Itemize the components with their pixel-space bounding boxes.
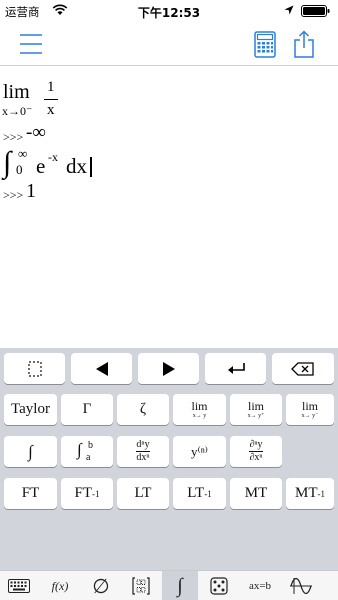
output-prompt: >>> [3,188,24,202]
text-cursor [90,157,92,177]
tab-graphing[interactable] [282,571,320,600]
partial-denominator: ∂xⁿ [249,450,263,463]
limit-key-subscript: x→ y⁺ [247,413,265,419]
graph-wave-icon [290,578,312,594]
tab-matrix[interactable] [122,571,160,600]
battery-icon [301,5,330,17]
keyboard-icon [8,579,30,593]
integral-glyph: ∫ [77,439,82,459]
result-value: -∞ [26,122,46,143]
limit-button[interactable]: lim x→ y [173,394,226,425]
calculator-icon[interactable] [254,31,276,58]
triangle-left-icon [95,361,108,376]
partial-numerator: ∂ⁿy [249,439,263,450]
tab-functions[interactable]: f(x) [40,571,80,600]
gamma-button[interactable]: Γ [61,394,113,425]
partial-derivative-button[interactable]: ∂ⁿy ∂xⁿ [230,436,282,467]
limit-subscript: x→0⁻ [2,104,33,118]
math-worksheet[interactable]: lim x→0⁻ 1 x >>> -∞ ∫ ∞ 0 e -x dx >>> 1 [0,66,338,348]
menu-icon[interactable] [20,32,42,56]
integral-button[interactable]: ∫ [4,436,57,467]
key-superscript: -1 [92,488,100,499]
triangle-right-icon [162,361,175,376]
status-bar: 运营商 下午12:53 [0,0,338,22]
key-label: MT [295,485,318,501]
cursor-right-button[interactable] [138,353,199,384]
location-arrow-icon [284,5,294,15]
limit-key-subscript: x→ y [192,413,207,419]
fourier-transform-button[interactable]: FT [4,478,57,509]
keyboard-tab-bar: f(x) ∅ ∫ ax=b [0,570,338,600]
limit-key-label: lim [191,399,208,413]
limit-key-subscript: x→ y⁻ [301,413,319,419]
derivative-denominator: dxⁿ [136,450,150,463]
fraction-denominator: x [47,102,55,118]
key-label: LT [187,485,205,501]
integral-symbol: ∫ [3,146,12,179]
lower-bound-label: a [86,451,91,463]
upper-bound-label: b [88,439,93,451]
placeholder-button[interactable] [4,353,65,384]
limit-right-button[interactable]: lim x→ y⁺ [230,394,282,425]
integral-lower-limit: 0 [16,162,23,177]
laplace-transform-button[interactable]: LT [117,478,169,509]
nth-derivative-button[interactable]: y⁽ⁿ⁾ [173,436,226,467]
backspace-icon [291,361,314,376]
limit-key-label: lim [301,399,318,413]
fraction-bar [44,99,58,100]
navigation-bar [0,22,338,66]
output-prompt: >>> [3,130,24,144]
key-superscript: -1 [317,488,326,499]
inverse-mellin-button[interactable]: MT -1 [286,478,334,509]
integrand-exponent: -x [48,150,58,164]
limit-left-button[interactable]: lim x→ y⁻ [286,394,334,425]
key-label: FT [74,485,92,501]
result-value: 1 [26,180,36,202]
tab-equations[interactable]: ax=b [240,571,280,600]
key-superscript: -1 [204,488,212,499]
math-keyboard: Taylor Γ ζ lim x→ y lim x→ y⁺ lim x→ y⁻ ∫ ∫… [0,348,338,570]
tab-sets[interactable]: ∅ [82,571,120,600]
taylor-button[interactable]: Taylor [4,394,57,425]
inverse-fourier-button[interactable]: FT -1 [61,478,113,509]
integrand-differential: dx [66,154,87,178]
zeta-button[interactable]: ζ [117,394,169,425]
derivative-button[interactable]: dⁿy dxⁿ [117,436,169,467]
tab-probability[interactable] [200,571,238,600]
share-icon[interactable] [292,30,316,58]
limit-key-label: lim [247,399,264,413]
return-button[interactable] [205,353,266,384]
delete-button[interactable] [272,353,334,384]
cursor-left-button[interactable] [71,353,132,384]
derivative-numerator: dⁿy [136,439,150,450]
definite-integral-button[interactable]: ∫ b a [61,436,113,467]
mellin-transform-button[interactable]: MT [230,478,282,509]
limit-word: lim [3,81,30,103]
fraction-numerator: 1 [47,79,55,95]
integrand-base: e [36,154,46,178]
inverse-laplace-button[interactable]: LT -1 [173,478,226,509]
matrix-icon [132,577,150,595]
dice-icon [210,577,228,595]
return-arrow-icon [227,362,245,374]
tab-keyboard[interactable] [0,571,38,600]
integral-upper-limit: ∞ [18,146,28,161]
tab-calculus[interactable]: ∫ [162,571,198,600]
placeholder-box-icon [27,360,42,377]
